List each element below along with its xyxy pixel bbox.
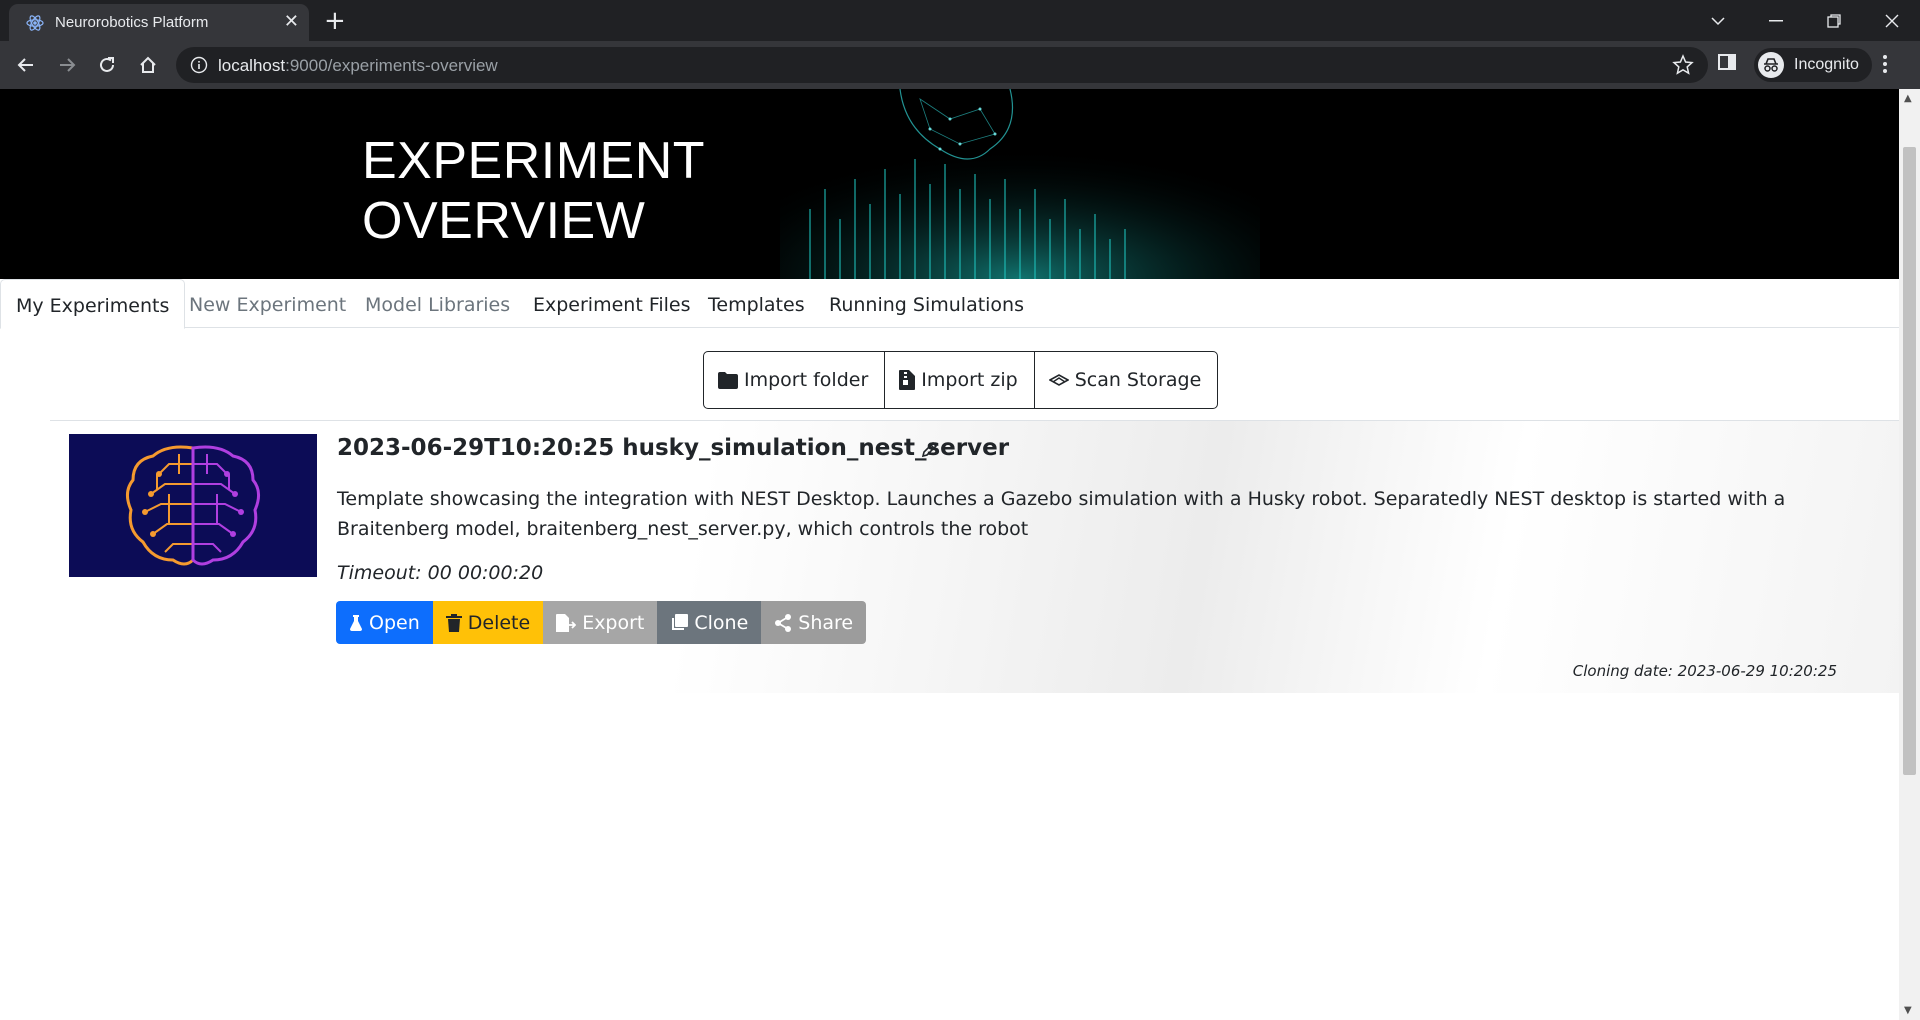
tab-new-experiment[interactable]: New Experiment — [189, 279, 346, 326]
bookmark-star-icon[interactable] — [1672, 54, 1694, 76]
experiment-tabs: My Experiments New Experiment Model Libr… — [0, 279, 1899, 329]
kebab-menu-icon[interactable] — [1882, 53, 1888, 75]
scan-icon — [1048, 374, 1069, 386]
scrollbar-thumb[interactable] — [1903, 147, 1916, 775]
page-viewport: EXPERIMENT OVERVIEW My Experiments New E… — [0, 89, 1899, 1020]
tab-model-libraries[interactable]: Model Libraries — [365, 279, 510, 326]
experiment-actions: Open Delete Export Clone Share — [336, 601, 867, 644]
import-folder-label: Import folder — [744, 369, 869, 391]
back-icon[interactable] — [12, 51, 40, 79]
profile-label: Incognito — [1794, 56, 1859, 73]
trash-icon — [445, 613, 462, 632]
incognito-profile[interactable]: Incognito — [1754, 48, 1872, 82]
scroll-down-icon[interactable]: ▼ — [1904, 1005, 1912, 1016]
share-label: Share — [798, 611, 854, 634]
react-atom-icon — [26, 15, 44, 31]
open-button[interactable]: Open — [336, 601, 433, 644]
tab-my-experiments[interactable]: My Experiments — [0, 279, 186, 329]
page-banner: EXPERIMENT OVERVIEW — [0, 89, 1899, 279]
minimize-icon[interactable] — [1748, 0, 1804, 41]
import-toolbar: Import folder Import zip Scan Storage — [703, 351, 1219, 409]
restore-icon[interactable] — [1806, 0, 1862, 41]
experiment-timeout: Timeout: 00 00:00:20 — [337, 562, 544, 584]
tab-running-simulations[interactable]: Running Simulations — [829, 279, 1024, 326]
cloning-date: Cloning date: 2023-06-29 10:20:25 — [1572, 662, 1837, 680]
tab-experiment-files[interactable]: Experiment Files — [533, 279, 691, 326]
address-bar[interactable]: localhost:9000/experiments-overview — [176, 47, 1708, 83]
scan-storage-label: Scan Storage — [1074, 369, 1202, 391]
export-label: Export — [582, 611, 645, 634]
file-zip-icon — [899, 370, 916, 390]
scroll-up-icon[interactable]: ▲ — [1904, 93, 1912, 104]
clone-label: Clone — [694, 611, 749, 634]
forward-icon[interactable] — [53, 51, 81, 79]
experiment-description: Template showcasing the integration with… — [337, 488, 1786, 540]
reload-icon[interactable] — [93, 51, 121, 79]
url-text: localhost:9000/experiments-overview — [218, 56, 498, 75]
brain-circuit-illustration — [69, 434, 317, 577]
tab-templates[interactable]: Templates — [708, 279, 805, 326]
open-label: Open — [369, 611, 420, 634]
incognito-icon — [1758, 52, 1784, 78]
experiment-title: 2023-06-29T10:20:25 husky_simulation_nes… — [337, 435, 1010, 461]
browser-titlebar: Neurorobotics Platform ✕ + — [0, 0, 1920, 41]
new-tab-icon[interactable]: + — [324, 6, 346, 36]
browser-toolbar: localhost:9000/experiments-overview Inco… — [0, 41, 1920, 89]
page-title: EXPERIMENT OVERVIEW — [362, 132, 706, 250]
experiment-card — [50, 421, 1899, 693]
clone-button[interactable]: Clone — [657, 601, 762, 644]
page-scrollbar[interactable]: ▲ ▼ — [1899, 89, 1920, 1020]
tab-search-icon[interactable] — [1690, 0, 1746, 41]
side-panel-icon[interactable] — [1716, 51, 1738, 73]
share-button[interactable]: Share — [761, 601, 867, 644]
import-zip-button[interactable]: Import zip — [884, 352, 1033, 408]
digital-head-illustration — [780, 89, 1260, 279]
close-window-icon[interactable] — [1864, 0, 1920, 41]
home-icon[interactable] — [134, 51, 162, 79]
close-tab-icon[interactable]: ✕ — [284, 11, 299, 32]
tab-title: Neurorobotics Platform — [55, 14, 209, 31]
folder-icon — [718, 371, 738, 389]
import-folder-button[interactable]: Import folder — [704, 352, 884, 408]
file-export-icon — [556, 613, 577, 632]
copy-icon — [672, 613, 689, 630]
delete-label: Delete — [467, 611, 531, 634]
export-button[interactable]: Export — [543, 601, 658, 644]
site-info-icon[interactable] — [190, 56, 208, 74]
scan-storage-button[interactable]: Scan Storage — [1033, 352, 1218, 408]
share-icon — [775, 613, 792, 632]
import-zip-label: Import zip — [921, 369, 1018, 391]
edit-pencil-icon[interactable] — [920, 441, 938, 459]
delete-button[interactable]: Delete — [432, 601, 544, 644]
flask-icon — [350, 614, 362, 631]
experiment-thumbnail[interactable] — [69, 434, 317, 577]
browser-tab[interactable]: Neurorobotics Platform ✕ — [9, 4, 309, 41]
